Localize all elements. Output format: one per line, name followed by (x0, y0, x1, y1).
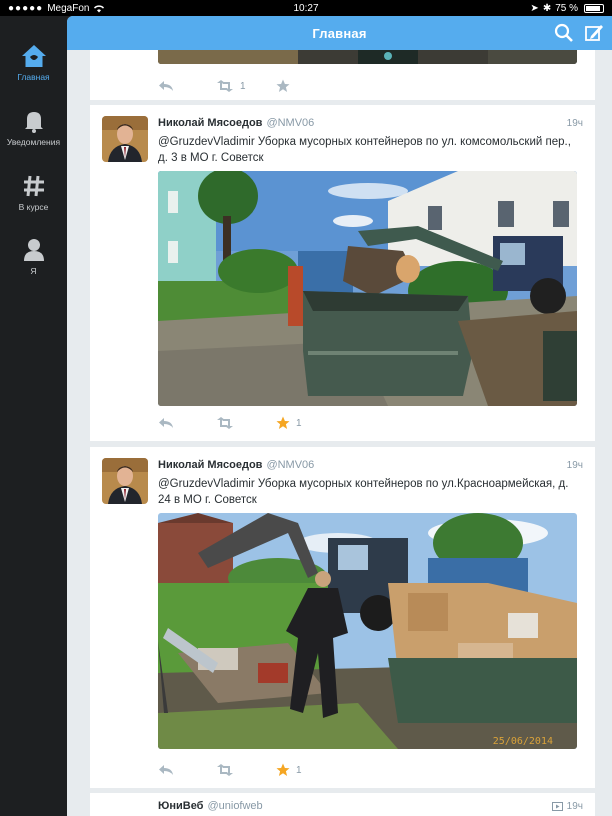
tweet-time: 19ч (551, 801, 583, 812)
tweet-card[interactable]: 1 (90, 50, 595, 100)
hashtag-icon (23, 175, 44, 197)
author-name[interactable]: Николай Мясоедов @NMV06 (158, 459, 314, 471)
reply-button[interactable] (158, 760, 174, 780)
tweet-actions: 1 (158, 413, 358, 433)
tweet-text: @GruzdevVladimir Уборка мусорных контейн… (158, 136, 571, 164)
tweet-actions: 1 (158, 760, 358, 780)
signal-icon: ●●●●● (8, 2, 44, 14)
author-name[interactable]: Николай Мясоедов @NMV06 (158, 117, 314, 129)
tweet-card[interactable]: ЮниВеб @uniofweb 19ч (90, 793, 595, 816)
location-icon: ➤ (530, 2, 539, 14)
sidebar-item-notifications[interactable]: Уведомления (0, 109, 67, 147)
tweet-card[interactable]: Николай Мясоедов @NMV06 19ч @GruzdevVladi… (90, 105, 595, 441)
star-icon (276, 763, 290, 776)
avatar[interactable] (102, 458, 148, 504)
author-display-name: Николай Мясоедов (158, 117, 263, 129)
tweet-photo[interactable]: 25/06/2014 (158, 513, 577, 749)
tweet-actions: 1 (158, 76, 358, 96)
tweet-time: 19ч (566, 118, 583, 129)
battery-percent: 75 % (555, 2, 578, 14)
retweet-icon (217, 417, 233, 429)
favorite-count: 1 (296, 417, 302, 429)
retweet-button[interactable] (216, 413, 234, 433)
reply-button[interactable] (158, 413, 174, 433)
person-icon (23, 239, 44, 261)
tweet-photo[interactable] (158, 50, 577, 64)
reply-icon (159, 765, 173, 775)
retweet-button[interactable]: 1 (216, 76, 246, 96)
top-navbar: Главная (67, 16, 612, 50)
reply-icon (159, 81, 173, 91)
retweet-icon (217, 764, 233, 776)
search-icon[interactable] (554, 23, 574, 43)
author-display-name: Николай Мясоедов (158, 459, 263, 471)
sidebar-item-label: В курсе (18, 202, 49, 212)
avatar[interactable] (102, 116, 148, 162)
favorite-button[interactable]: 1 (276, 413, 302, 433)
favorite-button[interactable] (276, 76, 290, 96)
retweet-icon (217, 80, 233, 92)
media-icon (551, 802, 563, 811)
bluetooth-icon: ✱ (542, 2, 552, 14)
tweet-card[interactable]: Николай Мясоедов @NMV06 19ч @GruzdevVladi… (90, 447, 595, 788)
sidebar-item-label: Главная (17, 72, 50, 82)
carrier-label: MegaFon (47, 2, 90, 14)
star-icon (276, 416, 290, 429)
author-handle: @NMV06 (266, 459, 315, 471)
author-handle: @NMV06 (266, 117, 315, 129)
home-timeline-panel: Главная 1 Николай Мясоедов @NMV06 19ч @Gr… (67, 16, 612, 816)
tweet-photo[interactable] (158, 171, 577, 406)
author-display-name: ЮниВеб (158, 800, 204, 812)
bell-icon (24, 112, 43, 133)
favorite-count: 1 (296, 764, 302, 776)
sidebar-item-home[interactable]: Главная (0, 44, 67, 82)
tweet-text: @GruzdevVladimir Уборка мусорных контейн… (158, 478, 569, 506)
sidebar-item-me[interactable]: Я (0, 238, 67, 276)
star-icon (276, 79, 290, 92)
photo-date-stamp: 25/06/2014 (492, 736, 553, 747)
reply-icon (159, 418, 173, 428)
retweet-count: 1 (240, 80, 246, 92)
compose-icon[interactable] (584, 23, 604, 43)
favorite-button[interactable]: 1 (276, 760, 302, 780)
wifi-icon (94, 4, 105, 12)
retweet-button[interactable] (216, 760, 234, 780)
home-icon (21, 45, 46, 67)
battery-icon (584, 3, 604, 13)
status-bar: ●●●●● MegaFon 10:27 ➤ ✱ 75 % (0, 0, 612, 16)
author-handle: @uniofweb (207, 800, 263, 812)
tweet-time-label: 19ч (566, 801, 583, 812)
sidebar: Главная Уведомления В курсе Я (0, 16, 67, 816)
sidebar-item-discover[interactable]: В курсе (0, 174, 67, 212)
reply-button[interactable] (158, 76, 174, 96)
author-name[interactable]: ЮниВеб @uniofweb (158, 800, 263, 812)
sidebar-item-label: Я (30, 266, 37, 276)
page-title: Главная (312, 25, 367, 41)
tweet-time: 19ч (566, 460, 583, 471)
sidebar-item-label: Уведомления (6, 137, 61, 147)
